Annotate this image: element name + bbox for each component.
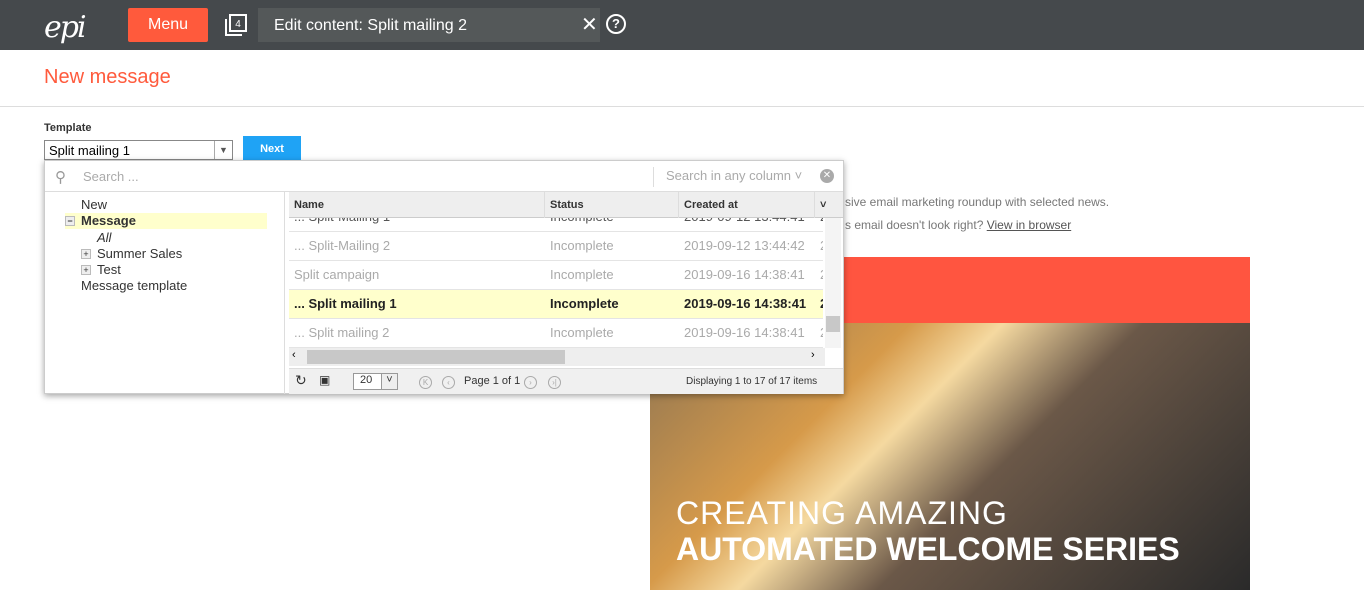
template-label: Template (44, 122, 92, 134)
column-header-created[interactable]: Created at (679, 192, 815, 218)
grid-header: Name Status Created at ˅ (289, 192, 843, 218)
next-page-icon[interactable]: › (524, 376, 537, 389)
open-items-icon[interactable]: 4 (224, 13, 248, 37)
chevron-down-icon[interactable]: ▼ (214, 141, 232, 159)
last-page-icon[interactable]: ›| (548, 376, 561, 389)
email-view-text: s email doesn't look right? (845, 218, 984, 232)
horizontal-scrollbar[interactable]: ‹ › (289, 348, 825, 366)
refresh-icon[interactable]: ↻ (295, 372, 307, 389)
first-page-icon[interactable]: K (419, 376, 432, 389)
cell-name: ... Split-Mailing 1 (289, 218, 545, 231)
table-row[interactable]: ... Split-Mailing 2 Incomplete 2019-09-12 … (289, 232, 823, 261)
pager: ↻ ▣ 20 ˅ K ‹ Page 1 of 1 › ›| Displaying … (289, 368, 843, 394)
column-menu-icon[interactable]: ˅ (815, 192, 843, 218)
hero-line-2: AUTOMATED WELCOME SERIES (676, 531, 1180, 567)
column-header-status[interactable]: Status (545, 192, 679, 218)
search-icon: ⚲ (55, 169, 66, 186)
tree-item-message-template[interactable]: Message template (81, 278, 187, 294)
cell-created: 2019-09-16 14:38:41 (684, 267, 805, 282)
cell-extra: 2 (815, 261, 823, 289)
column-header-name[interactable]: Name (289, 192, 545, 218)
cell-extra: 2 (815, 218, 823, 231)
menu-button[interactable]: Menu (128, 8, 208, 42)
cell-name: Split campaign (294, 267, 380, 282)
page-size-value: 20 (360, 374, 373, 386)
save-icon[interactable]: ▣ (319, 373, 330, 387)
divider (0, 106, 1364, 107)
tree-item-new[interactable]: New (81, 197, 107, 213)
template-select[interactable]: Split mailing 1 ▼ (44, 140, 233, 160)
hero-line-1: CREATING AMAZING (676, 495, 1008, 531)
tree-item-summer-sales[interactable]: + Summer Sales (81, 246, 182, 262)
cell-status: Incomplete (545, 218, 679, 231)
page-title: New message (44, 66, 171, 88)
chevron-down-icon[interactable]: ˅ (381, 374, 397, 389)
email-intro: sive email marketing roundup with select… (845, 195, 1110, 209)
cell-status: Incomplete (550, 325, 614, 340)
search-row: ⚲ Search ... Search in any column ˅ ✕ (45, 161, 843, 192)
edit-content-title: Edit content: Split mailing 2 (258, 8, 600, 42)
email-view-line: s email doesn't look right? View in brow… (845, 218, 1071, 232)
cell-name: ... Split mailing 2 (294, 325, 390, 340)
scroll-thumb[interactable] (307, 350, 565, 364)
cell-status: Incomplete (550, 238, 614, 253)
template-value: Split mailing 1 (49, 143, 130, 158)
grid-rows: ... Split-Mailing 1Incomplete2019-09-12 … (289, 218, 823, 348)
vertical-scrollbar[interactable] (825, 218, 841, 348)
displaying-count: Displaying 1 to 17 of 17 items (686, 376, 818, 387)
scroll-thumb[interactable] (826, 316, 840, 332)
table-row[interactable]: ... Split mailing 1 Incomplete 2019-09-16 … (289, 290, 823, 319)
tree-item-message[interactable]: − Message (65, 213, 267, 229)
scroll-right-icon[interactable]: › (811, 349, 815, 361)
close-icon[interactable]: ✕ (581, 12, 598, 37)
table-row[interactable]: Split campaign Incomplete 2019-09-16 14:38… (289, 261, 823, 290)
expand-icon[interactable]: + (81, 249, 91, 259)
cell-status: Incomplete (550, 267, 614, 282)
prev-page-icon[interactable]: ‹ (442, 376, 455, 389)
help-icon[interactable]: ? (606, 14, 626, 34)
tree-item-label: Message (81, 213, 136, 228)
cell-name: ... Split-Mailing 2 (294, 238, 391, 253)
cell-extra: 2 (815, 290, 823, 318)
collapse-icon[interactable]: − (65, 216, 75, 226)
table-row[interactable]: ... Split mailing 2 Incomplete 2019-09-16 … (289, 319, 823, 348)
cell-status: Incomplete (550, 296, 619, 311)
next-button[interactable]: Next (243, 136, 301, 162)
view-in-browser-link[interactable]: View in browser (987, 218, 1071, 232)
table-row[interactable]: ... Split-Mailing 1Incomplete2019-09-12 … (289, 218, 823, 232)
cell-created: 2019-09-16 14:38:41 (684, 325, 805, 340)
template-grid: Name Status Created at ˅ ... Split-Maili… (289, 192, 843, 394)
tree-item-all[interactable]: All (97, 230, 111, 246)
top-bar: epi Menu 4 Edit content: Split mailing 2… (0, 0, 1364, 50)
clear-search-icon[interactable]: ✕ (820, 169, 834, 183)
template-picker-popup: ⚲ Search ... Search in any column ˅ ✕ Ne… (44, 160, 844, 394)
cell-extra: 2 (815, 232, 823, 260)
search-scope-dropdown[interactable]: Search in any column ˅ (653, 167, 802, 187)
cell-created: 2019-09-16 14:38:41 (684, 296, 807, 311)
tree-item-label: Summer Sales (97, 246, 183, 261)
cell-extra: 2 (815, 319, 823, 347)
search-input[interactable]: Search ... (83, 169, 139, 184)
page-text: Page 1 of 1 (464, 375, 521, 387)
cell-created: 2019-09-12 13:44:42 (684, 238, 805, 253)
tree-item-label: Test (97, 262, 121, 277)
tree-item-test[interactable]: + Test (81, 262, 121, 278)
expand-icon[interactable]: + (81, 265, 91, 275)
open-items-count: 4 (235, 19, 241, 30)
cell-name: ... Split mailing 1 (294, 296, 397, 311)
cell-created: 2019-09-12 13:44:41 (679, 218, 815, 231)
search-scope-label: Search in any column (666, 168, 792, 183)
page-size-select[interactable]: 20 ˅ (353, 373, 398, 390)
scroll-left-icon[interactable]: ‹ (292, 349, 296, 361)
folder-tree: New − Message All + Summer Sales + Test Mes… (45, 192, 285, 394)
epi-logo: epi (44, 10, 87, 45)
